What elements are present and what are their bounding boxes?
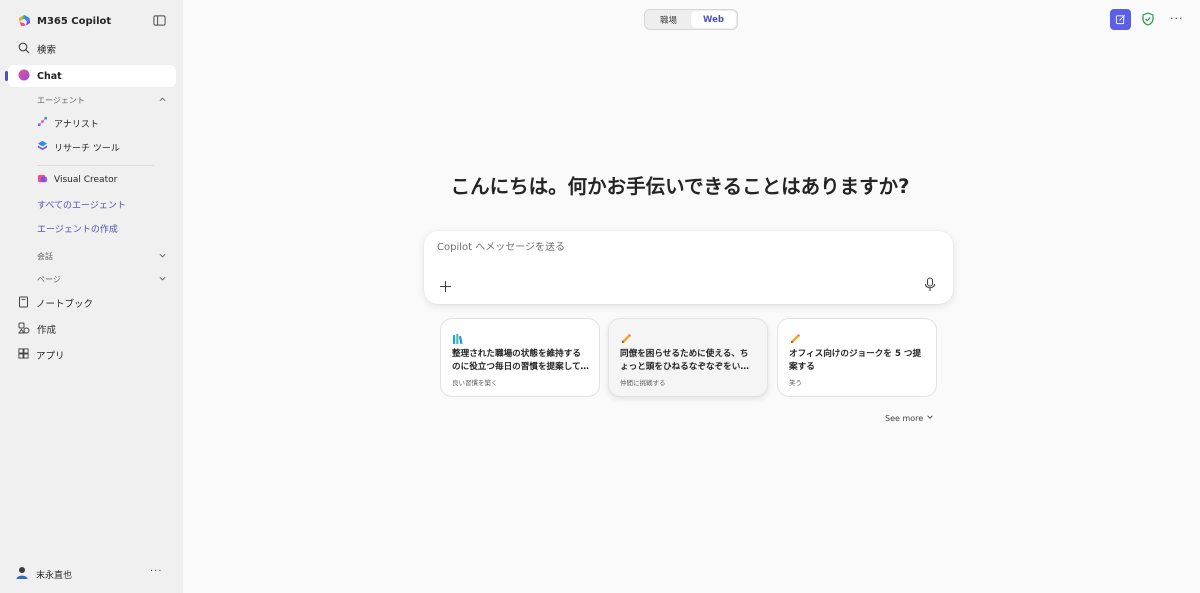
greeting-heading: こんにちは。何かお手伝いできることはありますか? — [450, 175, 910, 198]
tab-work[interactable]: 職場 — [646, 11, 691, 28]
add-attachment-button[interactable] — [439, 278, 453, 292]
agent-label: Visual Creator — [54, 175, 118, 185]
prompt-card[interactable]: オフィス向けのジョークを 5 つ提案する 笑う — [777, 318, 937, 397]
new-chat-button[interactable] — [1110, 9, 1131, 30]
create-agent-link[interactable]: エージェントの作成 — [37, 222, 118, 235]
conversations-section-header[interactable]: 会話 — [37, 249, 167, 263]
user-name: 末永直也 — [36, 570, 73, 581]
sidebar-item-create[interactable]: 作成 — [8, 318, 176, 340]
sidebar-item-search[interactable]: 検索 — [8, 38, 176, 60]
avatar — [16, 566, 28, 582]
user-more-button[interactable]: ··· — [150, 566, 163, 577]
research-icon — [37, 140, 48, 154]
see-more-label: See more — [885, 413, 924, 423]
sidebar-item-label: 作成 — [37, 325, 57, 336]
sidebar-item-label: ノートブック — [36, 299, 94, 310]
visual-creator-icon — [37, 173, 48, 187]
books-icon — [452, 330, 464, 345]
message-composer — [424, 231, 953, 304]
chevron-up-icon — [158, 95, 167, 106]
prompt-card[interactable]: 整理された職場の状態を維持するのに役立つ毎日の習慣を提案してください 良い習慣を… — [440, 318, 600, 397]
prompt-card-title: 同僚を困らせるために使える、ちょっと頭をひねるなぞなぞをいくつか教えて — [620, 349, 749, 372]
shield-check-icon[interactable] — [1141, 11, 1157, 27]
analyst-icon — [37, 116, 48, 130]
agent-label: アナリスト — [54, 119, 99, 130]
app-title: M365 Copilot — [37, 16, 112, 27]
user-profile[interactable]: 末永直也 — [16, 566, 72, 582]
sidebar-item-chat[interactable]: Chat — [8, 65, 176, 87]
section-label: 会話 — [37, 251, 53, 261]
sidebar-item-label: 検索 — [37, 45, 57, 56]
sidebar-item-apps[interactable]: アプリ — [8, 344, 176, 366]
chat-icon — [18, 69, 30, 84]
chevron-down-icon — [926, 413, 934, 423]
prompt-card-subtitle: 笑う — [789, 379, 802, 387]
compose-icon — [1115, 10, 1126, 29]
create-icon — [18, 322, 30, 337]
section-label: ページ — [37, 274, 61, 284]
sidebar-divider — [37, 165, 154, 166]
sidebar-item-notebook[interactable]: ノートブック — [8, 292, 176, 314]
apps-icon — [18, 348, 29, 362]
search-icon — [18, 42, 30, 57]
app-brand[interactable]: M365 Copilot — [18, 12, 111, 31]
all-agents-link[interactable]: すべてのエージェント — [37, 198, 126, 211]
sidebar-toggle-icon[interactable] — [153, 12, 167, 26]
notebook-icon — [18, 296, 29, 311]
agent-label: リサーチ ツール — [54, 143, 120, 154]
chevron-down-icon — [158, 251, 167, 262]
prompt-card-title: オフィス向けのジョークを 5 つ提案する — [789, 349, 922, 372]
pages-section-header[interactable]: ページ — [37, 272, 167, 286]
sidebar-item-label: Chat — [37, 70, 62, 82]
microphone-button[interactable] — [924, 277, 938, 293]
pencil-icon — [789, 330, 801, 343]
agent-item-analyst[interactable]: アナリスト — [37, 114, 99, 132]
microphone-icon — [924, 277, 936, 296]
section-label: エージェント — [37, 95, 85, 105]
more-options-button[interactable]: ··· — [1170, 12, 1184, 25]
copilot-logo-icon — [18, 12, 31, 31]
message-input[interactable] — [437, 242, 917, 253]
sidebar-item-label: アプリ — [36, 351, 65, 362]
see-more-button[interactable]: See more — [885, 413, 934, 423]
prompt-card[interactable]: 同僚を困らせるために使える、ちょっと頭をひねるなぞなぞをいくつか教えて 仲間に挑… — [608, 318, 768, 397]
agents-section-header[interactable]: エージェント — [37, 93, 167, 107]
agent-item-research[interactable]: リサーチ ツール — [37, 138, 120, 156]
prompt-card-title: 整理された職場の状態を維持するのに役立つ毎日の習慣を提案してください — [452, 349, 589, 372]
agent-item-visual-creator[interactable]: Visual Creator — [37, 171, 117, 189]
pencil-icon — [620, 330, 632, 343]
prompt-card-subtitle: 良い習慣を築く — [452, 379, 498, 387]
sidebar: M365 Copilot 検索 Chat エージェント アナリスト リサーチ ツ… — [0, 0, 183, 593]
prompt-card-subtitle: 仲間に挑戦する — [620, 379, 666, 387]
tab-web[interactable]: Web — [691, 11, 736, 28]
scope-toggle: 職場 Web — [644, 9, 738, 30]
plus-icon — [439, 278, 452, 297]
chevron-down-icon — [158, 274, 167, 285]
